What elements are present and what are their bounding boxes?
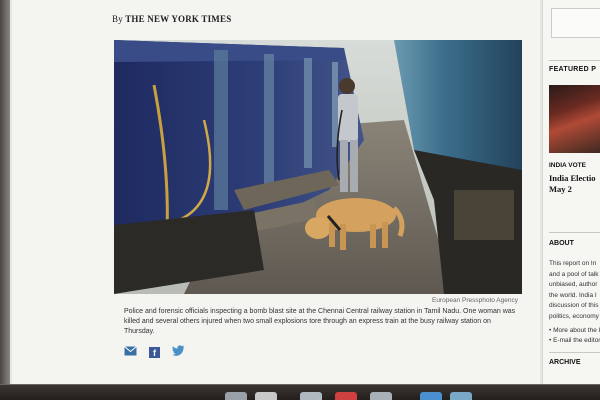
byline-source: THE NEW YORK TIMES <box>125 14 232 24</box>
featured-section-label[interactable]: INDIA VOTE <box>549 162 586 169</box>
dock-app-icon[interactable] <box>335 392 357 400</box>
dock-app-icon[interactable] <box>370 392 392 400</box>
photo-caption: Police and forensic officials inspecting… <box>124 308 516 335</box>
featured-title: FEATURED P <box>549 66 597 73</box>
sidebar-divider <box>549 352 600 353</box>
sidebar-divider <box>549 232 600 233</box>
photo-image <box>114 40 522 294</box>
featured-headline-line1: India Electio <box>549 173 596 183</box>
about-title: ABOUT <box>549 240 574 247</box>
dock-app-icon[interactable] <box>450 392 472 400</box>
featured-thumbnail[interactable] <box>549 85 600 153</box>
share-bar: f <box>124 343 185 361</box>
monitor-bezel <box>0 0 10 392</box>
monitor-screen: By THE NEW YORK TIMES European Pressphot… <box>0 0 600 392</box>
sidebar-ad-box <box>551 8 600 38</box>
sidebar: FEATURED P INDIA VOTE India Electio May … <box>542 0 600 392</box>
archive-title[interactable]: ARCHIVE <box>549 359 581 366</box>
dock-app-icon[interactable] <box>255 392 277 400</box>
byline-prefix: By <box>112 14 123 24</box>
facebook-glyph: f <box>153 347 156 358</box>
article-photo[interactable] <box>114 40 522 294</box>
featured-headline-line2: May 2 <box>549 184 572 194</box>
email-icon[interactable] <box>124 343 137 361</box>
facebook-icon[interactable]: f <box>149 346 160 358</box>
byline: By THE NEW YORK TIMES <box>112 14 231 24</box>
sidebar-divider <box>549 60 600 61</box>
about-text: This report on In and a pool of talk unb… <box>549 260 599 320</box>
about-links[interactable]: • More about the I • E-mail the editor <box>549 326 600 346</box>
photo-credit: European Pressphoto Agency <box>431 297 518 304</box>
dock-app-icon[interactable] <box>300 392 322 400</box>
dock-app-icon[interactable] <box>225 392 247 400</box>
dock-app-icon[interactable] <box>420 392 442 400</box>
twitter-icon[interactable] <box>172 343 185 361</box>
featured-headline[interactable]: India Electio May 2 <box>549 173 596 195</box>
article-page: By THE NEW YORK TIMES European Pressphot… <box>12 0 540 392</box>
